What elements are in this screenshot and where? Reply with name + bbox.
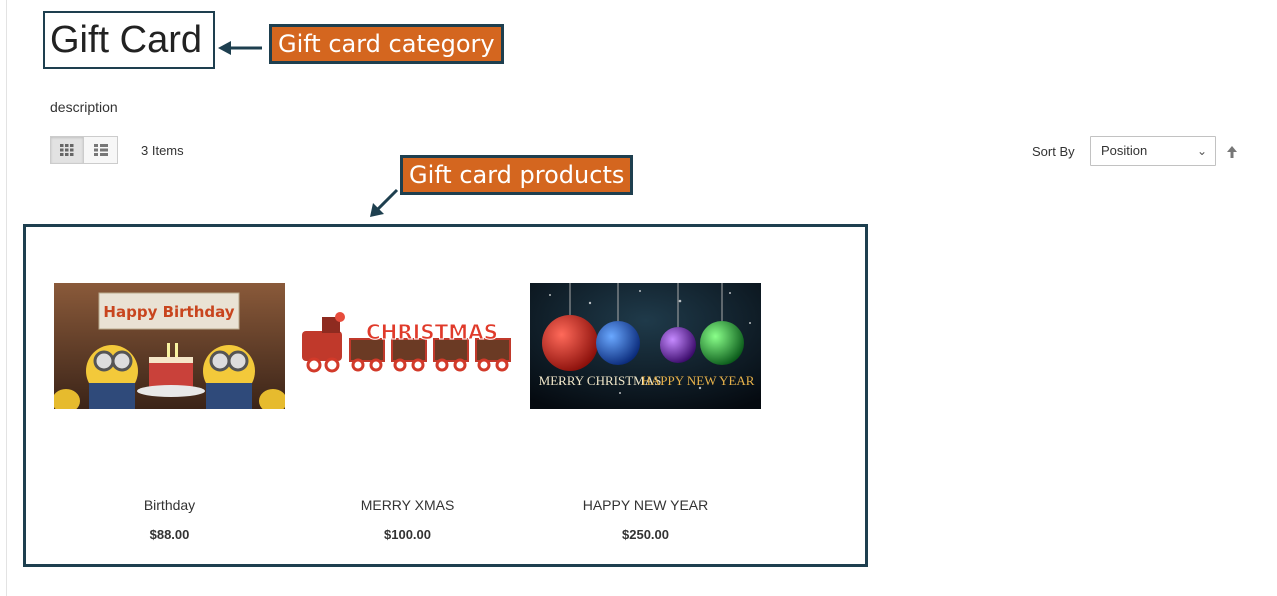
product-name[interactable]: Birthday <box>54 497 285 513</box>
toolbar-item-count: 3 Items <box>141 143 184 158</box>
page-divider <box>6 0 7 596</box>
birthday-banner-text: Happy Birthday <box>103 303 234 321</box>
product-image[interactable]: CHRISTMAS <box>292 283 523 409</box>
products-highlight-frame: Happy Birthday Birthday $88.00 CHRISTMAS… <box>23 224 868 567</box>
arrow-down-left-icon <box>370 188 399 217</box>
sort-by-select[interactable]: Position ⌄ <box>1090 136 1216 166</box>
arrow-left-icon <box>218 41 262 55</box>
grid-view-button[interactable] <box>50 136 84 164</box>
view-mode-switcher <box>50 136 118 164</box>
product-item-happy-new-year[interactable]: MERRY CHRISTMAS HAPPY NEW YEAR HAPPY NEW… <box>530 283 761 542</box>
sort-by-label: Sort By <box>1032 144 1075 159</box>
happy-new-year-text: HAPPY NEW YEAR <box>642 373 755 388</box>
page-title: Gift Card <box>50 19 203 61</box>
product-price: $100.00 <box>384 527 431 542</box>
category-callout: Gift card category <box>269 24 504 64</box>
birthday-card-image: Happy Birthday <box>54 283 285 409</box>
christmas-train-text: CHRISTMAS <box>366 320 498 344</box>
product-price: $250.00 <box>622 527 669 542</box>
chevron-down-icon: ⌄ <box>1196 144 1207 158</box>
product-price: $88.00 <box>149 527 190 542</box>
list-view-button[interactable] <box>84 136 118 164</box>
product-image[interactable]: MERRY CHRISTMAS HAPPY NEW YEAR <box>530 283 761 409</box>
product-image[interactable]: Happy Birthday <box>54 283 285 409</box>
product-item-merry-xmas[interactable]: CHRISTMAS MERRY XMAS $100.00 <box>292 283 523 542</box>
new-year-ornaments-image: MERRY CHRISTMAS HAPPY NEW YEAR <box>530 283 761 409</box>
grid-icon <box>60 144 74 156</box>
list-icon <box>93 144 108 156</box>
sort-by-value: Position <box>1101 143 1148 158</box>
product-item-birthday[interactable]: Happy Birthday Birthday $88.00 <box>54 283 285 542</box>
sort-direction-button[interactable] <box>1226 145 1238 159</box>
arrow-up-icon <box>1227 146 1237 158</box>
page-title-highlight: Gift Card <box>43 11 215 69</box>
product-name[interactable]: HAPPY NEW YEAR <box>530 497 761 513</box>
category-description: description <box>50 99 118 115</box>
products-callout: Gift card products <box>400 155 634 195</box>
christmas-train-image: CHRISTMAS <box>292 283 523 409</box>
product-name[interactable]: MERRY XMAS <box>292 497 523 513</box>
